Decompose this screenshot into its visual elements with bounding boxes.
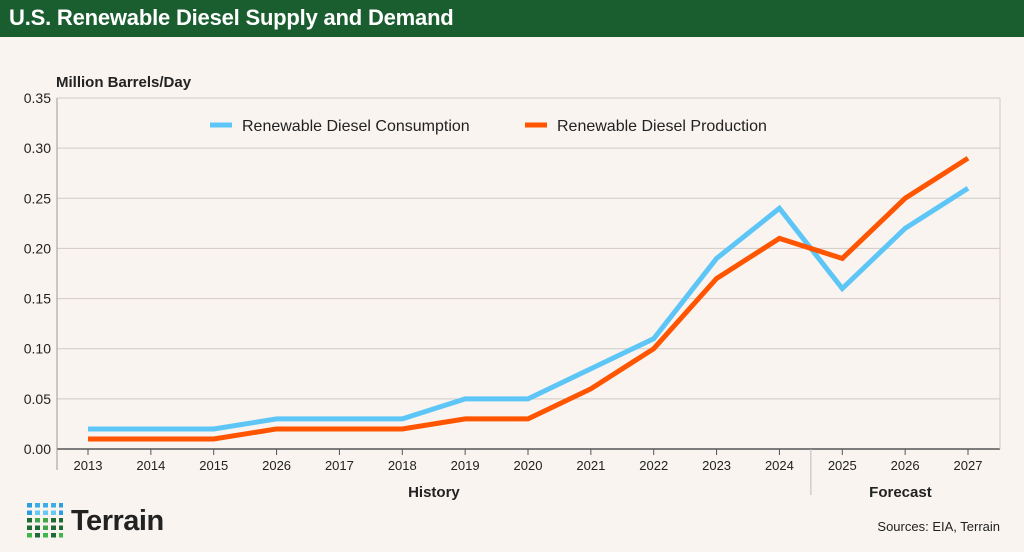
logo-square — [27, 518, 32, 523]
logo-square — [59, 510, 63, 515]
x-tick-label: 2013 — [74, 458, 103, 473]
logo-square — [51, 510, 56, 515]
logo-square — [27, 503, 32, 508]
x-tick-label: 2014 — [136, 458, 165, 473]
y-axis-title: Million Barrels/Day — [56, 74, 192, 91]
x-tick-label: 2024 — [765, 458, 794, 473]
series-line-consumption — [88, 186, 970, 432]
y-tick-label: 0.15 — [24, 291, 51, 307]
y-tick-label: 0.00 — [24, 441, 51, 457]
logo-square — [59, 525, 63, 530]
x-tick-label: 2021 — [576, 458, 605, 473]
x-tick-label: 2020 — [514, 458, 543, 473]
y-tick-label: 0.20 — [24, 240, 51, 256]
x-tick-label: 2023 — [702, 458, 731, 473]
logo-square — [51, 503, 56, 508]
y-tick-label: 0.30 — [24, 140, 51, 156]
y-tick-label: 0.05 — [24, 391, 51, 407]
logo-square — [35, 518, 40, 523]
logo-square — [35, 503, 40, 508]
logo-square — [51, 525, 56, 530]
terrain-logo: Terrain — [27, 503, 164, 539]
x-tick-label: 2025 — [828, 458, 857, 473]
logo-square — [43, 503, 48, 508]
y-tick-label: 0.10 — [24, 341, 51, 357]
x-tick-label: 2022 — [639, 458, 668, 473]
logo-square — [27, 510, 32, 515]
logo-square — [43, 533, 48, 538]
logo-square — [35, 510, 40, 515]
sources-note: Sources: EIA, Terrain — [877, 519, 1000, 534]
logo-text: Terrain — [71, 504, 164, 537]
logo-square — [59, 503, 63, 508]
group-label: History — [408, 484, 460, 501]
group-label: Forecast — [869, 484, 932, 501]
x-tick-label: 2026 — [891, 458, 920, 473]
logo-square — [51, 533, 56, 538]
logo-square — [59, 518, 63, 523]
x-tick-label: 2017 — [325, 458, 354, 473]
logo-square — [27, 533, 32, 538]
x-tick-label: 2018 — [388, 458, 417, 473]
legend-label: Renewable Diesel Consumption — [242, 118, 470, 135]
logo-grid-icon — [27, 503, 63, 538]
logo-square — [43, 510, 48, 515]
logo-square — [59, 533, 63, 538]
logo-square — [35, 525, 40, 530]
y-tick-label: 0.25 — [24, 190, 51, 206]
x-tick-label: 2019 — [451, 458, 480, 473]
logo-square — [43, 518, 48, 523]
logo-square — [51, 518, 56, 523]
x-tick-label: 2027 — [954, 458, 983, 473]
legend-label: Renewable Diesel Production — [557, 118, 767, 135]
y-tick-label: 0.35 — [24, 90, 51, 106]
chart: 0.00 0.05 0.10 0.15 0.20 0.25 0.30 0.35 Million … — [24, 74, 1001, 501]
x-tick-label: 2015 — [199, 458, 228, 473]
logo-square — [35, 533, 40, 538]
logo-square — [43, 525, 48, 530]
x-tick-label: 2026 — [262, 458, 291, 473]
logo-square — [27, 525, 32, 530]
